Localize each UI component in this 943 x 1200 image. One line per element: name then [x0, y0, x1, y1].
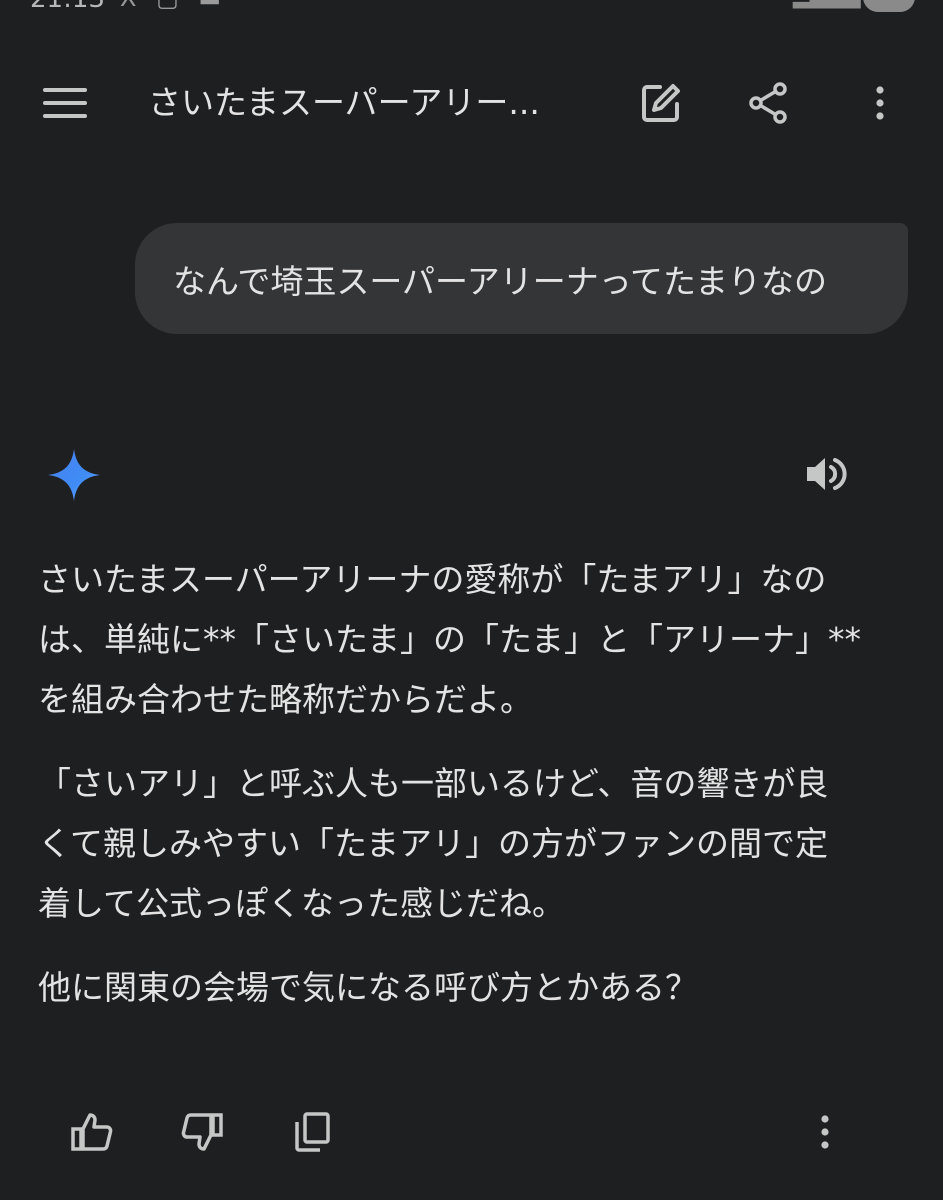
gemini-sparkle-icon — [46, 447, 102, 503]
response-line: くて親しみやすい「たまアリ」の方がファンの間で定 — [38, 824, 829, 863]
status-bar: 21:13 X ▢ ▬ ▂▄▆█ — [0, 0, 943, 14]
response-paragraph: さいたまスーパーアリーナの愛称が「たまアリ」なの は、単純に**「さいたま」の「… — [38, 550, 908, 730]
response-line: 「さいアリ」と呼ぶ人も一部いるけど、音の響きが良 — [38, 764, 829, 803]
notification-icons: X ▢ ▬ — [120, 0, 227, 12]
bad-response-button[interactable] — [170, 1100, 234, 1164]
response-line: 着して公式っぽくなった感じだね。 — [38, 884, 566, 923]
new-chat-button[interactable] — [629, 71, 693, 135]
user-message-bubble: なんで埼玉スーパーアリーナってたまりなの — [135, 223, 908, 334]
copy-button[interactable] — [280, 1100, 344, 1164]
good-response-button[interactable] — [60, 1100, 124, 1164]
battery-icon — [863, 0, 915, 12]
read-aloud-button[interactable] — [794, 442, 858, 506]
response-paragraph: 他に関東の会場で気になる呼び方とかある？ — [38, 958, 908, 1018]
edit-icon — [642, 84, 680, 122]
top-app-bar: さいたまスーパーアリー... — [0, 60, 943, 146]
status-time: 21:13 — [30, 0, 105, 14]
share-icon — [749, 82, 787, 124]
page-title: さいたまスーパーアリー... — [148, 83, 540, 122]
thumbs-down-icon — [181, 1113, 223, 1151]
more-vertical-icon — [821, 1115, 829, 1149]
share-button[interactable] — [736, 71, 800, 135]
response-more-button[interactable] — [793, 1100, 857, 1164]
menu-button[interactable] — [33, 71, 97, 135]
response-actions — [0, 1100, 943, 1164]
response-line: を組み合わせた略称だからだよ。 — [38, 680, 533, 719]
menu-icon — [43, 88, 87, 118]
signal-icon: ▂▄▆█ — [793, 0, 861, 10]
thumbs-up-icon — [71, 1113, 113, 1151]
response-line: は、単純に**「さいたま」の「たま」と「アリーナ」** — [38, 620, 862, 659]
copy-icon — [295, 1112, 330, 1152]
response-line: さいたまスーパーアリーナの愛称が「たまアリ」なの — [38, 560, 827, 599]
model-response-text: さいたまスーパーアリーナの愛称が「たまアリ」なの は、単純に**「さいたま」の「… — [38, 550, 908, 1042]
status-right-icons: ▂▄▆█ — [793, 0, 915, 12]
response-line: 他に関東の会場で気になる呼び方とかある？ — [38, 968, 698, 1007]
response-paragraph: 「さいアリ」と呼ぶ人も一部いるけど、音の響きが良 くて親しみやすい「たまアリ」の… — [38, 754, 908, 934]
speaker-icon — [807, 458, 847, 490]
user-message-text: なんで埼玉スーパーアリーナってたまりなの — [173, 261, 828, 301]
more-options-button[interactable] — [848, 71, 912, 135]
more-vertical-icon — [876, 86, 884, 120]
